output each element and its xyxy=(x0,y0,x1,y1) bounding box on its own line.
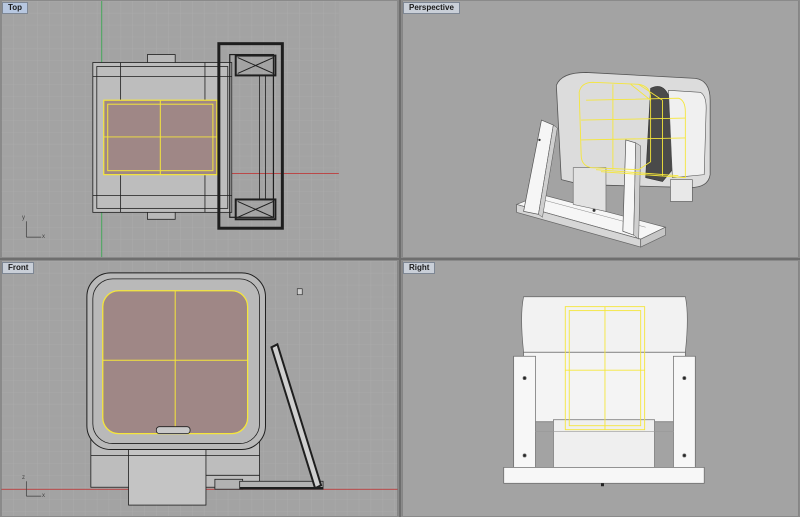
model-right xyxy=(503,296,705,487)
viewport-margin xyxy=(338,1,398,257)
viewport-grid: Top y x Perspective Front z x Right xyxy=(0,0,800,517)
viewport-tab-right[interactable]: Right xyxy=(403,262,436,274)
viewport-top[interactable]: Top y x xyxy=(0,0,399,258)
top-view-canvas[interactable] xyxy=(1,1,398,257)
axis-label-x: x xyxy=(42,493,45,499)
viewport-tab-front[interactable]: Front xyxy=(2,262,35,274)
axis-label-z: z xyxy=(22,475,25,481)
handle xyxy=(155,426,191,435)
right-view-canvas[interactable] xyxy=(402,261,799,516)
viewport-front[interactable]: Front z x xyxy=(0,260,399,517)
perspective-view-canvas[interactable] xyxy=(402,1,799,257)
axis-label-y: y xyxy=(22,215,25,221)
front-view-canvas[interactable] xyxy=(1,261,398,516)
axis-label-x: x xyxy=(42,234,45,240)
viewport-right[interactable]: Right xyxy=(401,260,800,517)
viewport-perspective[interactable]: Perspective xyxy=(401,0,800,258)
viewport-tab-perspective[interactable]: Perspective xyxy=(403,2,460,14)
viewport-tab-top[interactable]: Top xyxy=(2,2,29,14)
